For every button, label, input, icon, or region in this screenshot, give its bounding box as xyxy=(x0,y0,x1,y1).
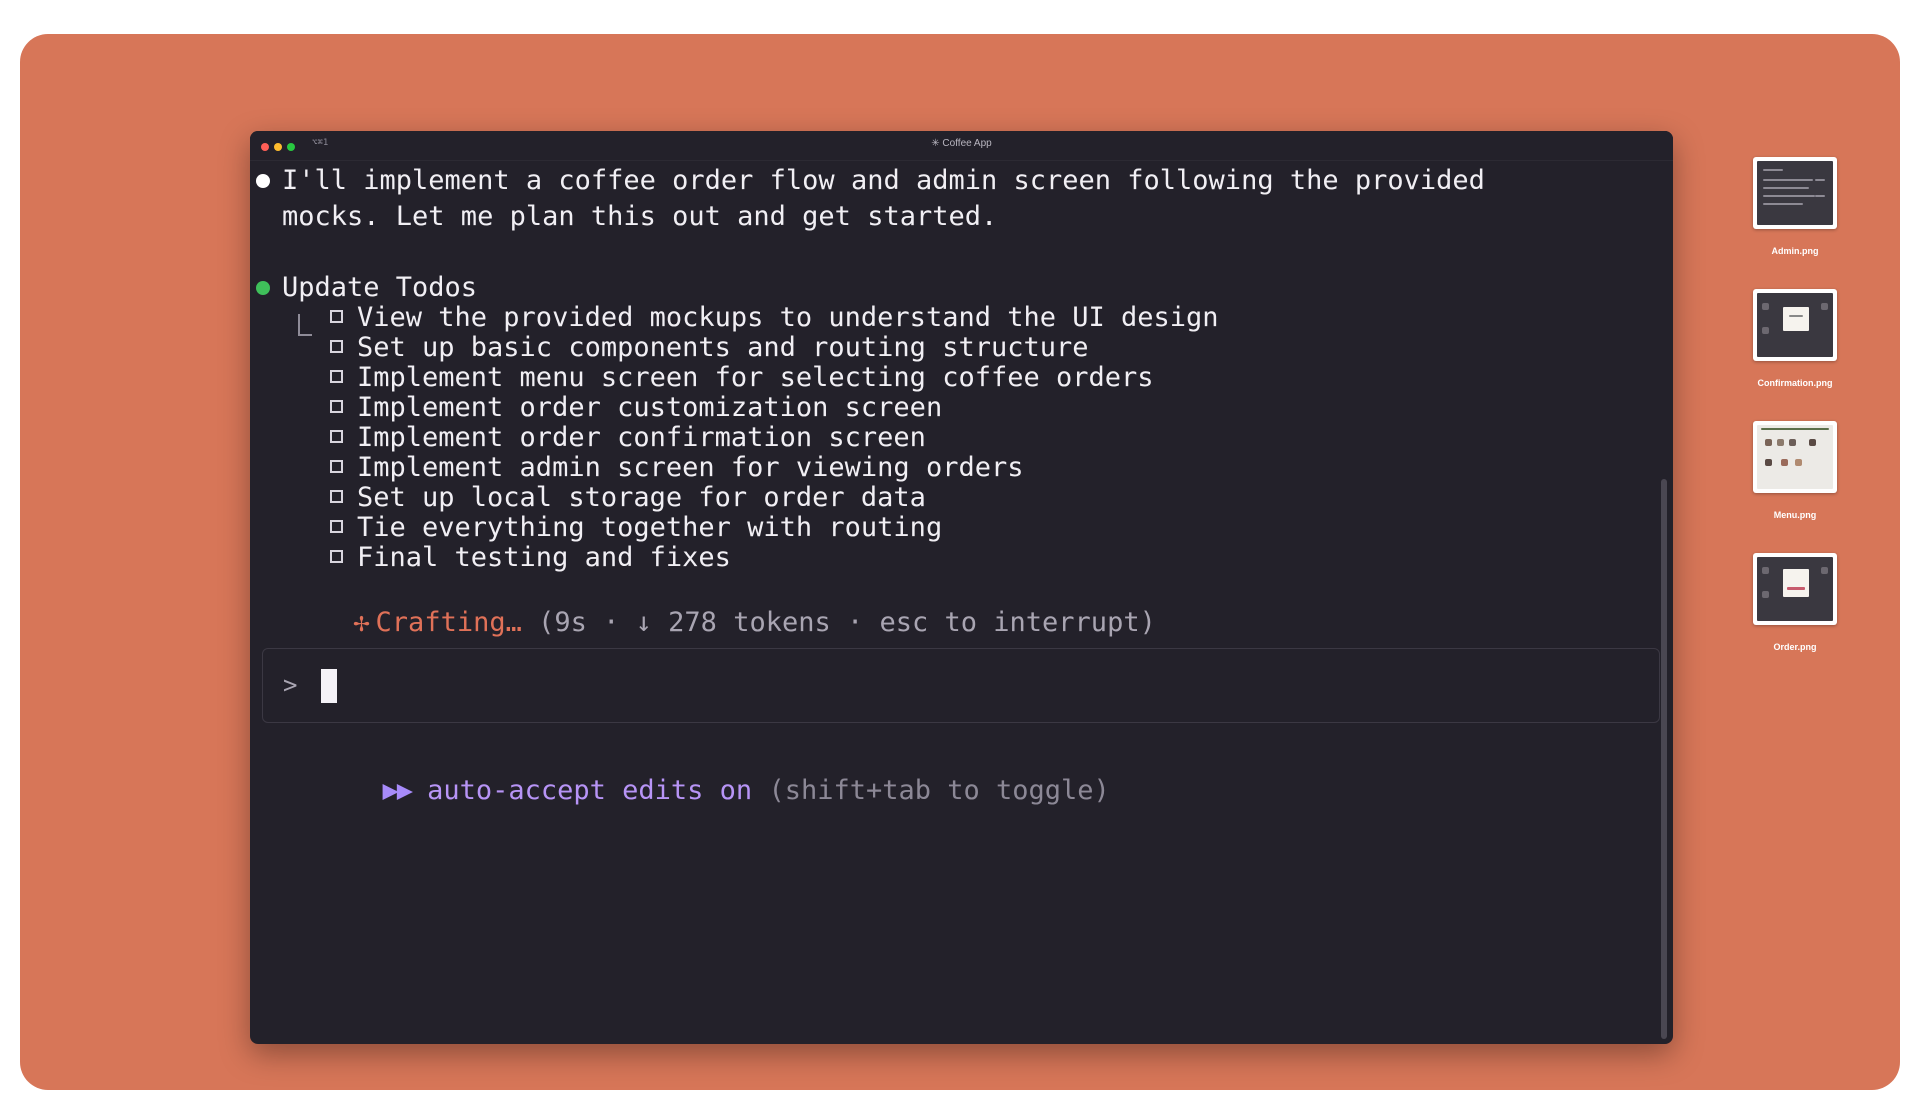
text-cursor xyxy=(321,669,337,703)
mode-label: auto-accept edits on xyxy=(427,775,753,806)
confirmation-thumbnail xyxy=(1753,289,1837,361)
checkbox-icon xyxy=(330,340,343,353)
checkbox-icon xyxy=(330,490,343,503)
message-bullet-icon xyxy=(256,174,270,188)
status-detail: (9s · ↓ 278 tokens · esc to interrupt) xyxy=(538,607,1156,638)
checkbox-icon xyxy=(330,550,343,563)
checkbox-icon xyxy=(330,460,343,473)
spinner-icon: ✢ xyxy=(353,607,370,638)
assistant-message-line-1: I'll implement a coffee order flow and a… xyxy=(282,165,1485,196)
file-label: Admin.png xyxy=(1771,246,1819,256)
tree-branch-icon xyxy=(298,314,312,336)
prompt-symbol: > xyxy=(283,671,298,699)
checkbox-icon xyxy=(330,430,343,443)
title-bar: ⌥⌘1 ✳ Coffee App xyxy=(250,131,1673,161)
assistant-message-line-2: mocks. Let me plan this out and get star… xyxy=(282,201,998,232)
scrollbar[interactable] xyxy=(1661,479,1667,1039)
todo-label: View the provided mockups to understand … xyxy=(357,302,1219,333)
todo-label: Implement menu screen for selecting coff… xyxy=(357,362,1154,393)
file-label: Confirmation.png xyxy=(1757,378,1833,388)
todo-label: Implement order customization screen xyxy=(357,392,943,423)
checkbox-icon xyxy=(330,310,343,323)
status-action: Crafting… xyxy=(375,607,522,638)
order-thumbnail xyxy=(1753,553,1837,625)
todo-label: Implement admin screen for viewing order… xyxy=(357,452,1024,483)
todo-label: Implement order confirmation screen xyxy=(357,422,926,453)
checkbox-icon xyxy=(330,520,343,533)
checkbox-icon xyxy=(330,370,343,383)
mode-hint: (shift+tab to toggle) xyxy=(768,775,1110,806)
todo-label: Tie everything together with routing xyxy=(357,512,943,543)
menu-thumbnail xyxy=(1753,421,1837,493)
mode-indicator: ▶▶ auto-accept edits on (shift+tab to tog… xyxy=(285,737,1110,845)
terminal-content: I'll implement a coffee order flow and a… xyxy=(250,161,1673,1044)
todo-label: Set up local storage for order data xyxy=(357,482,926,513)
checkbox-icon xyxy=(330,400,343,413)
terminal-window: ⌥⌘1 ✳ Coffee App I'll implement a coffee… xyxy=(250,131,1673,1044)
todo-label: Set up basic components and routing stru… xyxy=(357,332,1089,363)
fast-forward-icon: ▶▶ xyxy=(382,775,413,806)
prompt-input-box[interactable]: > xyxy=(262,648,1660,723)
admin-thumbnail xyxy=(1753,157,1837,229)
tool-status-bullet-icon xyxy=(256,281,270,295)
file-label: Menu.png xyxy=(1773,510,1817,520)
file-label: Order.png xyxy=(1773,642,1817,652)
window-title: ✳ Coffee App xyxy=(931,138,992,149)
